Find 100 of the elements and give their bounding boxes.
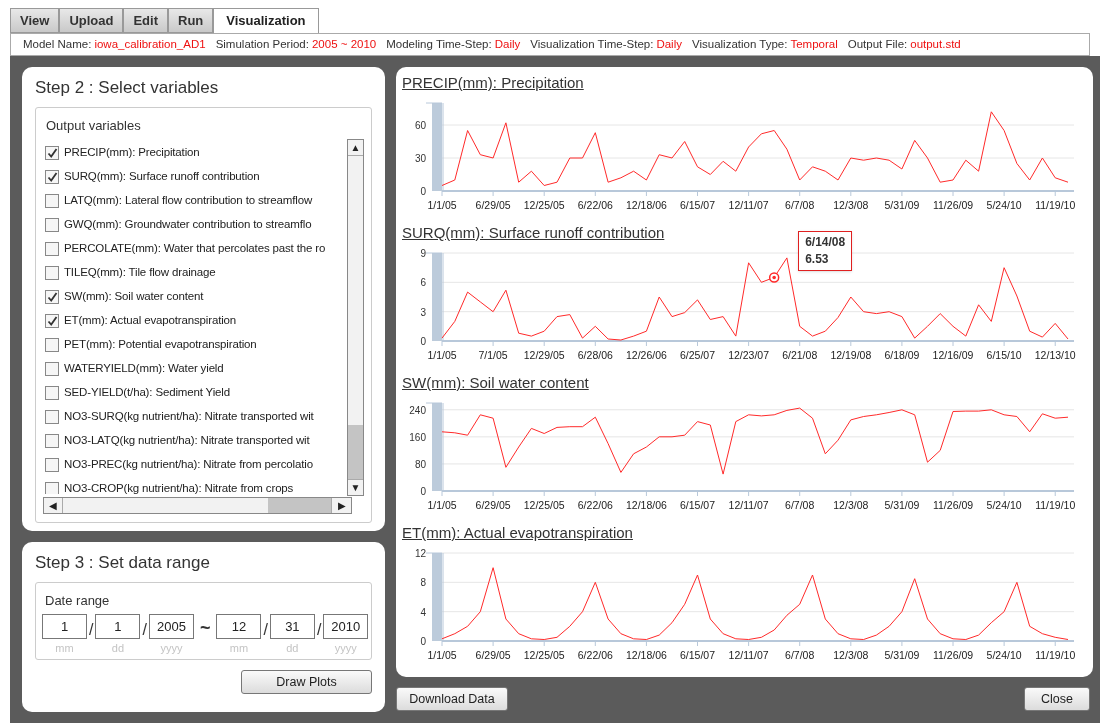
checkbox[interactable] — [45, 266, 59, 280]
chart-title: SURQ(mm): Surface runoff contribution — [402, 224, 665, 241]
info-label: Modeling Time-Step: — [386, 36, 492, 52]
info-label: Visualization Time-Step: — [530, 36, 654, 52]
variable-label[interactable]: TILEQ(mm): Tile flow drainage — [64, 264, 216, 282]
tooltip-date: 6/14/08 — [805, 234, 846, 251]
checkbox[interactable] — [45, 482, 59, 494]
group-label: Date range — [44, 591, 111, 610]
x-tick-label: 11/26/09 — [932, 499, 974, 511]
x-tick-label: 12/16/09 — [932, 349, 974, 361]
check-icon — [46, 147, 58, 159]
x-tick-label: 6/29/05 — [475, 499, 511, 511]
chart-title: SW(mm): Soil water content — [402, 374, 589, 391]
date-field[interactable]: 1 — [42, 614, 87, 639]
info-label: Simulation Period: — [215, 36, 309, 52]
variable-label[interactable]: SED-YIELD(t/ha): Sediment Yield — [64, 384, 230, 402]
variable-label[interactable]: GWQ(mm): Groundwater contribution to streamflo — [64, 216, 312, 234]
x-tick-label: 6/7/08 — [785, 499, 815, 511]
variable-label[interactable]: LATQ(mm): Lateral flow contribution to streamflow — [64, 192, 313, 210]
variable-label[interactable]: PRECIP(mm): Precipitation — [64, 144, 200, 162]
date-separator: / — [89, 620, 94, 640]
x-tick-label: 6/15/10 — [986, 349, 1022, 361]
x-tick-label: 5/24/10 — [986, 499, 1022, 511]
variable-label[interactable]: NO3-SURQ(kg nutrient/ha): Nitrate transported wit — [64, 408, 314, 426]
x-tick-label: 11/26/09 — [932, 199, 974, 211]
checkbox[interactable] — [45, 314, 59, 328]
date-field[interactable]: 2005 — [148, 614, 194, 639]
date-separator: / — [142, 620, 147, 640]
x-tick-label: 1/1/05 — [427, 349, 457, 361]
download-data-button[interactable]: Download Data — [396, 687, 508, 711]
variable-label[interactable]: NO3-LATQ(kg nutrient/ha): Nitrate transported wit — [64, 432, 310, 450]
scrollbar-thumb[interactable] — [268, 498, 331, 513]
x-tick-label: 12/13/10 — [1034, 349, 1076, 361]
range-handle[interactable] — [432, 253, 442, 341]
checkbox[interactable] — [45, 242, 59, 256]
variable-label[interactable]: NO3-CROP(kg nutrient/ha): Nitrate from crops — [64, 480, 294, 494]
variable-label[interactable]: SW(mm): Soil water content — [64, 288, 204, 306]
info-value: output.std — [910, 36, 961, 52]
variable-label[interactable]: PET(mm): Potential evapotranspiration — [64, 336, 257, 354]
range-handle[interactable] — [432, 403, 442, 491]
draw-plots-button[interactable]: Draw Plots — [241, 670, 372, 694]
date-separator: / — [316, 620, 322, 640]
x-tick-label: 12/26/06 — [625, 349, 667, 361]
tab[interactable]: Visualization — [213, 8, 319, 33]
y-tick-label: 0 — [420, 336, 426, 347]
x-tick-label: 6/7/08 — [785, 199, 815, 211]
y-tick-label: 8 — [420, 577, 426, 589]
checkbox[interactable] — [45, 218, 59, 232]
x-tick-label: 6/21/08 — [782, 349, 818, 361]
checkbox[interactable] — [45, 434, 59, 448]
checkbox[interactable] — [45, 290, 59, 304]
tab[interactable]: View — [10, 8, 60, 33]
variable-label[interactable]: NO3-PREC(kg nutrient/ha): Nitrate from percolatio — [64, 456, 313, 474]
x-tick-label: 6/22/06 — [577, 199, 613, 211]
checkbox[interactable] — [45, 362, 59, 376]
x-tick-label: 12/11/07 — [728, 199, 769, 211]
date-field[interactable]: 12 — [216, 614, 262, 639]
x-tick-label: 5/24/10 — [986, 649, 1022, 661]
info-value: Daily — [656, 36, 682, 52]
date-field[interactable]: 31 — [269, 614, 315, 639]
tab[interactable]: Upload — [59, 8, 124, 33]
x-tick-label: 6/15/07 — [680, 649, 716, 661]
vertical-scrollbar[interactable]: ▲ ▼ — [347, 139, 364, 496]
date-separator: / — [263, 620, 268, 640]
date-field[interactable]: 2010 — [323, 614, 369, 639]
x-tick-label: 6/15/07 — [680, 499, 716, 511]
y-tick-label: 3 — [420, 306, 426, 318]
y-tick-label: 60 — [414, 120, 426, 131]
horizontal-scrollbar[interactable]: ◀ ▶ — [43, 497, 352, 514]
checkbox[interactable] — [45, 146, 59, 160]
x-tick-label: 6/29/05 — [475, 649, 511, 661]
x-tick-label: 12/29/05 — [523, 349, 565, 361]
x-tick-label: 6/15/07 — [680, 199, 716, 211]
scrollbar-thumb[interactable] — [348, 425, 363, 479]
range-handle[interactable] — [432, 103, 442, 191]
checkbox[interactable] — [45, 386, 59, 400]
x-tick-label: 12/18/06 — [625, 649, 667, 661]
variable-label[interactable]: PERCOLATE(mm): Water that percolates past the ro — [64, 240, 326, 258]
x-tick-label: 11/19/10 — [1035, 649, 1076, 661]
close-button[interactable]: Close — [1024, 687, 1090, 711]
checkbox[interactable] — [45, 410, 59, 424]
checkbox[interactable] — [45, 338, 59, 352]
checkbox[interactable] — [45, 458, 59, 472]
variable-label[interactable]: WATERYIELD(mm): Water yield — [64, 360, 224, 378]
x-tick-label: 6/29/05 — [475, 199, 511, 211]
variable-label[interactable]: SURQ(mm): Surface runoff contribution — [64, 168, 260, 186]
range-handle[interactable] — [432, 553, 442, 641]
x-tick-label: 12/3/08 — [833, 649, 869, 661]
date-field[interactable]: 1 — [95, 614, 141, 639]
y-tick-label: 80 — [414, 458, 426, 470]
x-tick-label: 11/19/10 — [1035, 199, 1076, 211]
checkbox[interactable] — [45, 194, 59, 208]
group-label: Output variables — [45, 116, 142, 135]
tab[interactable]: Edit — [123, 8, 168, 33]
variable-label[interactable]: ET(mm): Actual evapotranspiration — [64, 312, 237, 330]
y-tick-label: 30 — [414, 153, 426, 164]
x-tick-label: 6/7/08 — [785, 649, 815, 661]
info-value: 2005 ~ 2010 — [311, 36, 377, 52]
checkbox[interactable] — [45, 170, 59, 184]
tab[interactable]: Run — [168, 8, 214, 33]
